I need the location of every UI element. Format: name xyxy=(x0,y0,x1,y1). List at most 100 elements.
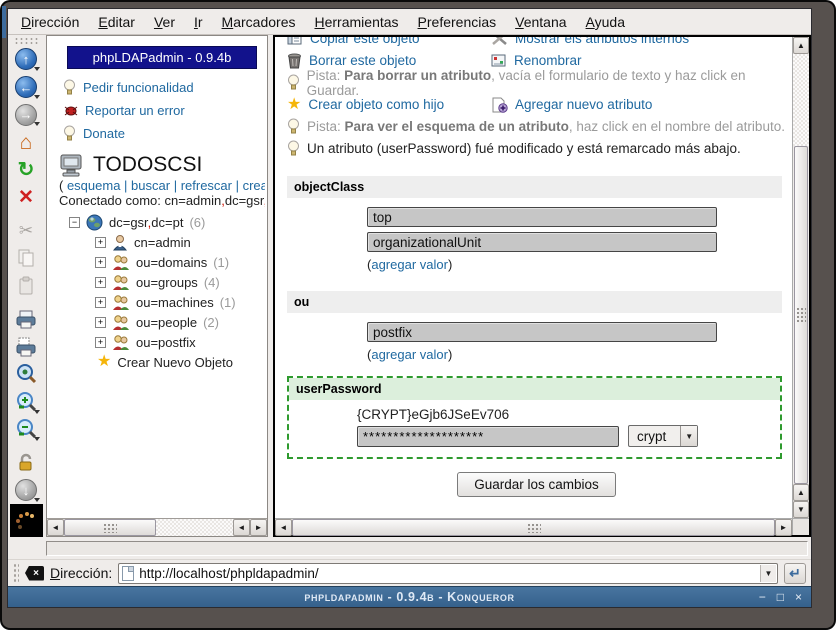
close-button[interactable]: × xyxy=(795,591,802,603)
rename-action: Renombrar xyxy=(491,52,786,69)
scroll-right-button[interactable]: ► xyxy=(775,519,792,536)
menu-ayuda[interactable]: Ayuda xyxy=(586,14,625,30)
child-count: (4) xyxy=(204,275,220,290)
url-text[interactable]: http://localhost/phpldapadmin/ xyxy=(139,566,755,581)
scroll-left-button[interactable]: ◄ xyxy=(47,519,64,536)
zoom-in-button[interactable] xyxy=(10,388,42,416)
attribute-header-objectclass[interactable]: objectClass xyxy=(287,176,782,198)
attribute-header-userpassword[interactable]: userPassword xyxy=(289,378,780,400)
forward-button[interactable]: → xyxy=(10,101,42,129)
scroll-up-button[interactable]: ▲ xyxy=(793,484,809,501)
cut-button[interactable]: ✂ xyxy=(10,217,42,245)
add-value-row: (agregar valor) xyxy=(367,347,786,362)
find-button[interactable] xyxy=(10,360,42,388)
tree-row: + ou=machines (1) xyxy=(55,292,265,312)
tree-node-ou-machines[interactable]: ou=machines xyxy=(136,295,214,310)
clear-location-button[interactable]: × xyxy=(25,566,44,581)
lightbulb-icon xyxy=(287,118,300,135)
maximize-button[interactable]: □ xyxy=(777,591,784,603)
scroll-down-button[interactable]: ▼ xyxy=(793,501,809,518)
objectclass-value-input[interactable] xyxy=(367,207,717,227)
ou-value-input[interactable] xyxy=(367,322,717,342)
refresh-link[interactable]: refrescar xyxy=(181,178,232,193)
menu-marcadores[interactable]: Marcadores xyxy=(222,14,296,30)
menu-direccion[interactable]: Dirección xyxy=(21,14,79,30)
print-button[interactable] xyxy=(10,305,42,333)
toolbar-drag-handle[interactable] xyxy=(13,563,19,583)
expand-expander[interactable]: + xyxy=(95,277,106,288)
create-child-link[interactable]: Crear objeto como hijo xyxy=(308,97,444,112)
tree-node-root[interactable]: dc=gsr,dc=pt xyxy=(109,215,183,230)
star-icon: ★ xyxy=(97,354,111,370)
scroll-left-button[interactable]: ◄ xyxy=(233,519,250,536)
paste-button[interactable] xyxy=(10,272,42,300)
objectclass-value-input[interactable] xyxy=(367,232,717,252)
collapse-expander[interactable]: − xyxy=(69,217,80,228)
copy-object-link[interactable]: Copiar este objeto xyxy=(310,37,420,46)
scrollbar-thumb[interactable] xyxy=(794,146,808,484)
expand-expander[interactable]: + xyxy=(95,337,106,348)
menu-preferencias[interactable]: Preferencias xyxy=(418,14,497,30)
toolbar-drag-handle[interactable] xyxy=(14,37,38,44)
go-button[interactable]: ↵ xyxy=(784,563,806,584)
scrollbar-track[interactable] xyxy=(793,54,809,146)
menu-herramientas[interactable]: Herramientas xyxy=(314,14,398,30)
scrollbar-thumb[interactable] xyxy=(292,519,775,536)
request-feature-link[interactable]: Pedir funcionalidad xyxy=(83,80,194,95)
scrollbar-track[interactable] xyxy=(156,519,233,536)
location-input[interactable]: http://localhost/phpldapadmin/ ▼ xyxy=(118,563,778,584)
delete-object-link[interactable]: Borrar este objeto xyxy=(309,53,416,68)
tree-node-ou-domains[interactable]: ou=domains xyxy=(136,255,207,270)
chevron-down-icon xyxy=(34,437,40,441)
hash-algorithm-select[interactable]: crypt ▼ xyxy=(628,425,698,447)
security-button[interactable] xyxy=(10,449,42,477)
expand-expander[interactable]: + xyxy=(95,237,106,248)
stop-icon: ✕ xyxy=(18,188,34,207)
tree-node-ou-postfix[interactable]: ou=postfix xyxy=(136,335,196,350)
reload-button[interactable]: ↻ xyxy=(10,156,42,184)
add-value-link[interactable]: agregar valor xyxy=(371,257,448,272)
copy-button[interactable] xyxy=(10,244,42,272)
add-value-link[interactable]: agregar valor xyxy=(371,347,448,362)
menu-ir[interactable]: Ir xyxy=(194,14,203,30)
zoom-out-button[interactable] xyxy=(10,416,42,444)
password-input[interactable] xyxy=(357,426,619,447)
home-icon: ⌂ xyxy=(20,132,33,153)
scroll-right-button[interactable]: ► xyxy=(250,519,267,536)
schema-link[interactable]: esquema xyxy=(67,178,120,193)
menu-ventana[interactable]: Ventana xyxy=(515,14,566,30)
attribute-header-ou[interactable]: ou xyxy=(287,291,782,313)
create-link[interactable]: crear xyxy=(243,178,265,193)
home-button[interactable]: ⌂ xyxy=(10,128,42,156)
minimize-button[interactable]: − xyxy=(759,591,766,603)
menu-ver[interactable]: Ver xyxy=(154,14,175,30)
scroll-left-button[interactable]: ◄ xyxy=(275,519,292,536)
print-frame-button[interactable] xyxy=(10,333,42,361)
download-button[interactable]: ↓ xyxy=(10,476,42,504)
tree-node-cn-admin[interactable]: cn=admin xyxy=(134,235,191,250)
expand-expander[interactable]: + xyxy=(95,257,106,268)
rename-link[interactable]: Renombrar xyxy=(514,53,582,68)
create-new-object-link[interactable]: Crear Nuevo Objeto xyxy=(117,355,233,370)
menu-editar[interactable]: Editar xyxy=(98,14,135,30)
tree-node-ou-people[interactable]: ou=people xyxy=(136,315,197,330)
show-internal-attrs-link[interactable]: Mostrar els atributos internos xyxy=(515,37,689,46)
up-button[interactable]: ↑ xyxy=(10,46,42,74)
people-group-icon xyxy=(112,334,130,351)
scrollbar-thumb[interactable] xyxy=(64,519,156,536)
scroll-up-button[interactable]: ▲ xyxy=(793,37,809,54)
security-lock-icon xyxy=(16,453,36,473)
back-button[interactable]: ← xyxy=(10,73,42,101)
tree-node-ou-groups[interactable]: ou=groups xyxy=(136,275,198,290)
add-attribute-link[interactable]: Agregar nuevo atributo xyxy=(515,97,652,112)
expand-expander[interactable]: + xyxy=(95,297,106,308)
save-changes-button[interactable]: Guardar los cambios xyxy=(457,472,616,497)
stop-button[interactable]: ✕ xyxy=(10,184,42,212)
donate-link[interactable]: Donate xyxy=(83,126,125,141)
window-titlebar[interactable]: phpldapadmin - 0.9.4b - Konqueror − □ × xyxy=(8,586,811,607)
search-link[interactable]: buscar xyxy=(131,178,170,193)
lightbulb-icon xyxy=(63,79,76,96)
expand-expander[interactable]: + xyxy=(95,317,106,328)
chevron-down-icon[interactable]: ▼ xyxy=(760,565,776,582)
report-bug-link[interactable]: Reportar un error xyxy=(85,103,185,118)
